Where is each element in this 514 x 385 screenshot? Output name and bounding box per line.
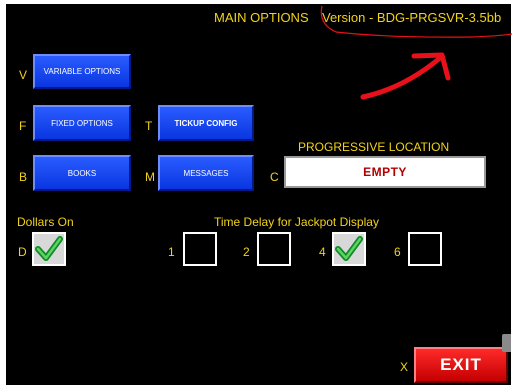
tickup-config-key: T xyxy=(145,119,153,133)
side-tab[interactable] xyxy=(502,334,511,352)
time-delay-2-key: 2 xyxy=(243,245,250,259)
progressive-location-label: PROGRESSIVE LOCATION xyxy=(298,140,450,154)
dollars-on-label: Dollars On xyxy=(17,215,74,229)
version-label: Version - BDG-PRGSVR-3.5bb xyxy=(322,10,502,25)
exit-key: X xyxy=(400,360,409,374)
progressive-location-field[interactable]: EMPTY xyxy=(284,156,486,188)
time-delay-4-key: 4 xyxy=(319,245,326,259)
time-delay-6-key: 6 xyxy=(394,245,401,259)
messages-key: M xyxy=(145,170,155,184)
time-delay-1-checkbox[interactable] xyxy=(183,232,217,266)
fixed-options-button[interactable]: FIXED OPTIONS xyxy=(33,105,131,141)
time-delay-2-checkbox[interactable] xyxy=(257,232,291,266)
time-delay-label: Time Delay for Jackpot Display xyxy=(214,215,379,229)
books-button[interactable]: BOOKS xyxy=(33,155,131,191)
exit-button[interactable]: EXIT xyxy=(414,347,508,383)
dollars-on-key: D xyxy=(18,245,27,259)
books-key: B xyxy=(19,170,28,184)
time-delay-1-key: 1 xyxy=(168,245,175,259)
page-title: MAIN OPTIONS xyxy=(214,10,309,25)
checkmark-icon xyxy=(35,236,63,261)
fixed-options-key: F xyxy=(19,119,27,133)
main-options-screen: MAIN OPTIONS Version - BDG-PRGSVR-3.5bb … xyxy=(6,4,511,385)
messages-button[interactable]: MESSAGES xyxy=(158,155,254,191)
time-delay-6-checkbox[interactable] xyxy=(408,232,442,266)
tickup-config-button[interactable]: TICKUP CONFIG xyxy=(158,105,254,141)
variable-options-button[interactable]: VARIABLE OPTIONS xyxy=(33,54,131,89)
dollars-on-checkbox[interactable] xyxy=(32,232,66,266)
time-delay-4-checkbox[interactable] xyxy=(332,232,366,266)
progressive-location-key: C xyxy=(270,170,279,184)
variable-options-key: V xyxy=(19,68,28,82)
checkmark-icon xyxy=(335,236,363,261)
